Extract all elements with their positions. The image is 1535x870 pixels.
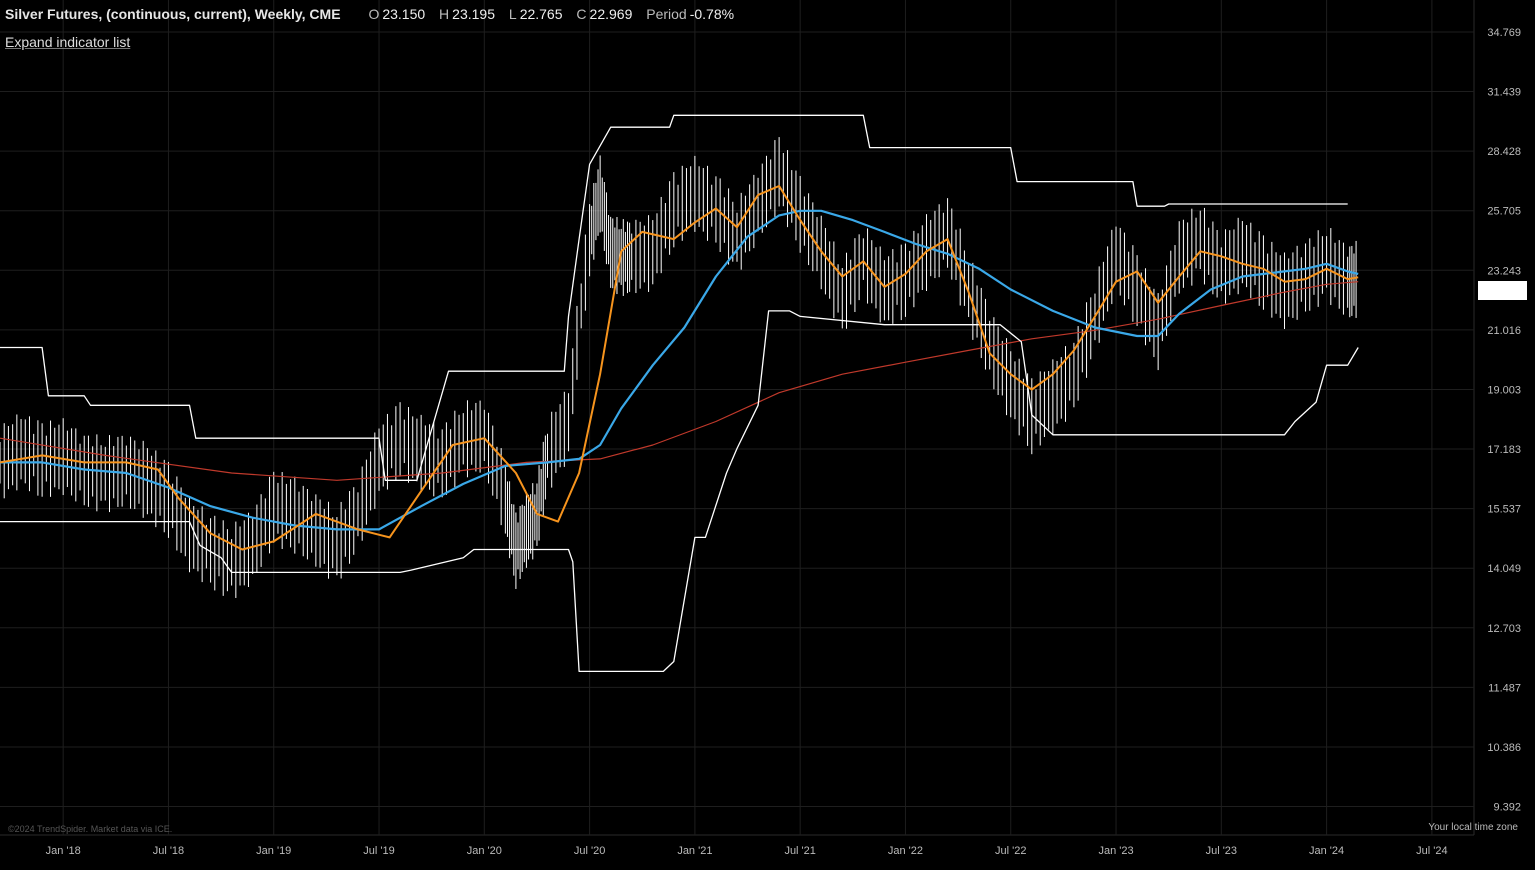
open-value: 23.150 <box>382 6 426 22</box>
period-label: Period <box>646 6 687 22</box>
x-tick-label: Jan '21 <box>677 845 712 857</box>
expand-indicator-list-link[interactable]: Expand indicator list <box>5 34 130 50</box>
y-tick-label: 15.537 <box>1487 504 1521 516</box>
y-tick-label: 14.049 <box>1487 563 1521 575</box>
long-moving-average-line <box>0 281 1359 481</box>
y-tick-label: 11.487 <box>1488 682 1521 694</box>
timezone-label[interactable]: Your local time zone <box>1428 822 1518 833</box>
x-tick-label: Jul '23 <box>1206 845 1237 857</box>
y-tick-label: 17.183 <box>1487 444 1521 456</box>
chart-series <box>0 114 1359 673</box>
low-value: 22.765 <box>519 6 563 22</box>
slow-ema-line <box>0 209 1359 531</box>
x-tick-label: Jan '19 <box>256 845 291 857</box>
y-tick-label: 21.016 <box>1487 325 1521 337</box>
y-tick-label: 10.386 <box>1487 742 1521 754</box>
symbol-title: Silver Futures, (continuous, current), W… <box>5 6 341 22</box>
copyright-text: ©2024 TrendSpider. Market data via ICE. <box>8 824 173 834</box>
x-tick-label: Jan '20 <box>467 845 502 857</box>
close-value: 22.969 <box>589 6 633 22</box>
channel-lower-line <box>0 310 1359 673</box>
x-tick-label: Jan '22 <box>888 845 923 857</box>
x-tick-label: Jul '21 <box>784 845 815 857</box>
low-label: L <box>508 6 517 22</box>
y-tick-label: 28.428 <box>1487 146 1521 158</box>
y-tick-label: 9.392 <box>1493 801 1521 813</box>
x-tick-label: Jul '24 <box>1416 845 1447 857</box>
close-label: C <box>576 6 587 22</box>
y-tick-label: 25.705 <box>1487 206 1521 218</box>
fast-ema-line <box>0 185 1359 551</box>
current-price-tag <box>1478 281 1527 300</box>
x-tick-label: Jul '19 <box>363 845 394 857</box>
x-tick-label: Jul '22 <box>995 845 1026 857</box>
y-tick-label: 23.243 <box>1487 265 1521 277</box>
x-tick-label: Jan '18 <box>46 845 81 857</box>
y-tick-label: 19.003 <box>1487 384 1521 396</box>
x-tick-label: Jan '24 <box>1309 845 1344 857</box>
open-label: O <box>368 6 380 22</box>
x-tick-label: Jul '18 <box>153 845 184 857</box>
period-value: -0.78% <box>689 6 735 22</box>
chart-grid <box>0 0 1475 836</box>
high-value: 23.195 <box>452 6 495 22</box>
y-tick-label: 31.439 <box>1487 87 1521 99</box>
y-tick-label: 12.703 <box>1487 623 1521 635</box>
y-tick-label: 34.769 <box>1487 27 1521 39</box>
chart-header: Silver Futures, (continuous, current), W… <box>5 6 734 22</box>
x-tick-label: Jan '23 <box>1098 845 1133 857</box>
price-chart[interactable]: 34.769 31.439 28.428 25.705 23.243 21.016 19.0… <box>0 0 1535 870</box>
y-axis: 34.769 31.439 28.428 25.705 23.243 21.016 19.0… <box>1487 27 1521 813</box>
x-tick-label: Jul '20 <box>574 845 605 857</box>
high-label: H <box>439 6 450 22</box>
x-axis: Jan '18 Jul '18 Jan '19 Jul '19 Jan '20 Jul '… <box>46 845 1448 857</box>
